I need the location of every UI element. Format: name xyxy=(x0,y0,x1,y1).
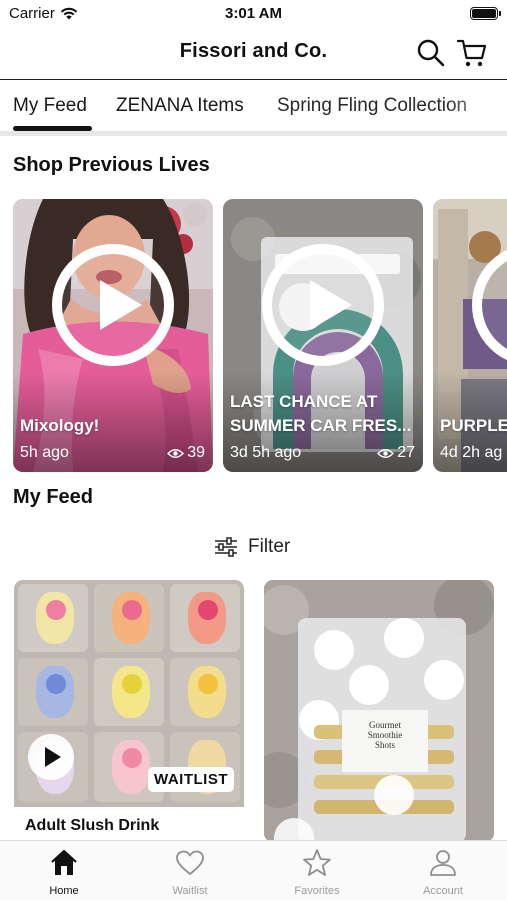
product-photo xyxy=(264,580,494,842)
view-count: 39 xyxy=(187,444,205,461)
live-title: Mixology! xyxy=(20,416,100,435)
person-icon xyxy=(430,850,456,876)
bottom-tab-bar: Home Waitlist Favorites Account xyxy=(0,840,507,900)
section-title-previous-lives: Shop Previous Lives xyxy=(13,154,210,176)
play-icon[interactable] xyxy=(262,244,384,366)
heart-icon xyxy=(176,850,204,875)
status-time: 3:01 AM xyxy=(225,5,282,22)
tabbar-home[interactable]: Home xyxy=(14,847,114,897)
live-age: 3d 5h ago xyxy=(230,444,302,461)
sliders-icon xyxy=(215,537,237,557)
app-header: Fissori and Co. xyxy=(0,28,507,80)
battery-fill xyxy=(472,9,496,18)
product-card-adult-slush-drink[interactable]: WAITLIST Adult Slush Drink xyxy=(14,580,244,842)
tabbar-waitlist[interactable]: Waitlist xyxy=(140,847,240,897)
view-count: 27 xyxy=(397,444,415,461)
tabbar-favorites[interactable]: Favorites xyxy=(267,847,367,897)
tab-zenana-items[interactable]: ZENANA Items xyxy=(116,95,244,117)
section-title-my-feed: My Feed xyxy=(13,486,94,508)
tab-my-feed[interactable]: My Feed xyxy=(13,95,87,117)
live-views: 39 xyxy=(167,444,205,462)
pack-label-line-1: Gourmet xyxy=(369,720,401,730)
tabbar-account[interactable]: Account xyxy=(393,847,493,897)
status-bar: Carrier 3:01 AM xyxy=(0,0,507,28)
live-card-summer-car-freshie[interactable]: LAST CHANCE AT SUMMER CAR FRES... 3d 5h … xyxy=(223,199,423,472)
pack-label-line-3: Shots xyxy=(374,740,395,750)
category-tabs: My Feed ZENANA Items Spring Fling Collec… xyxy=(0,80,507,136)
tabbar-label: Home xyxy=(49,885,79,897)
eye-icon xyxy=(167,448,185,458)
tabbar-label: Waitlist xyxy=(172,885,208,897)
product-card-gourmet-smoothie-shots[interactable]: Gourmet Smoothie Shots xyxy=(264,580,494,842)
waitlist-badge: WAITLIST xyxy=(148,767,234,792)
live-title: PURPLE xyxy=(440,416,507,435)
play-icon[interactable] xyxy=(28,734,74,780)
tabbar-label: Account xyxy=(423,885,463,897)
product-title: Adult Slush Drink xyxy=(25,817,160,834)
tab-spring-fling-collection[interactable]: Spring Fling Collection xyxy=(277,95,467,117)
filter-button[interactable]: Filter xyxy=(214,534,290,560)
battery-icon xyxy=(470,7,501,20)
previous-lives-carousel[interactable]: Mixology! 5h ago 39 LAST CHANCE AT SUMME… xyxy=(0,199,507,473)
filter-label: Filter xyxy=(248,536,291,557)
live-views: 27 xyxy=(377,444,415,462)
product-image: WAITLIST xyxy=(14,580,244,807)
cart-icon[interactable] xyxy=(456,37,488,69)
live-card-mixology[interactable]: Mixology! 5h ago 39 xyxy=(13,199,213,472)
pack-label-line-2: Smoothie xyxy=(367,730,403,740)
live-age: 4d 2h ag xyxy=(440,444,503,461)
home-icon xyxy=(51,849,77,875)
search-icon[interactable] xyxy=(415,37,447,69)
live-title: LAST CHANCE AT SUMMER CAR FRES... xyxy=(230,392,412,435)
live-age: 5h ago xyxy=(20,444,69,461)
live-card-purple[interactable]: PURPLE 4d 2h ag xyxy=(433,199,507,472)
eye-icon xyxy=(377,448,395,458)
selected-tab-indicator xyxy=(13,126,92,131)
star-icon xyxy=(303,849,331,876)
product-image: Gourmet Smoothie Shots xyxy=(264,580,494,842)
tabbar-label: Favorites xyxy=(294,885,340,897)
play-icon[interactable] xyxy=(52,244,174,366)
